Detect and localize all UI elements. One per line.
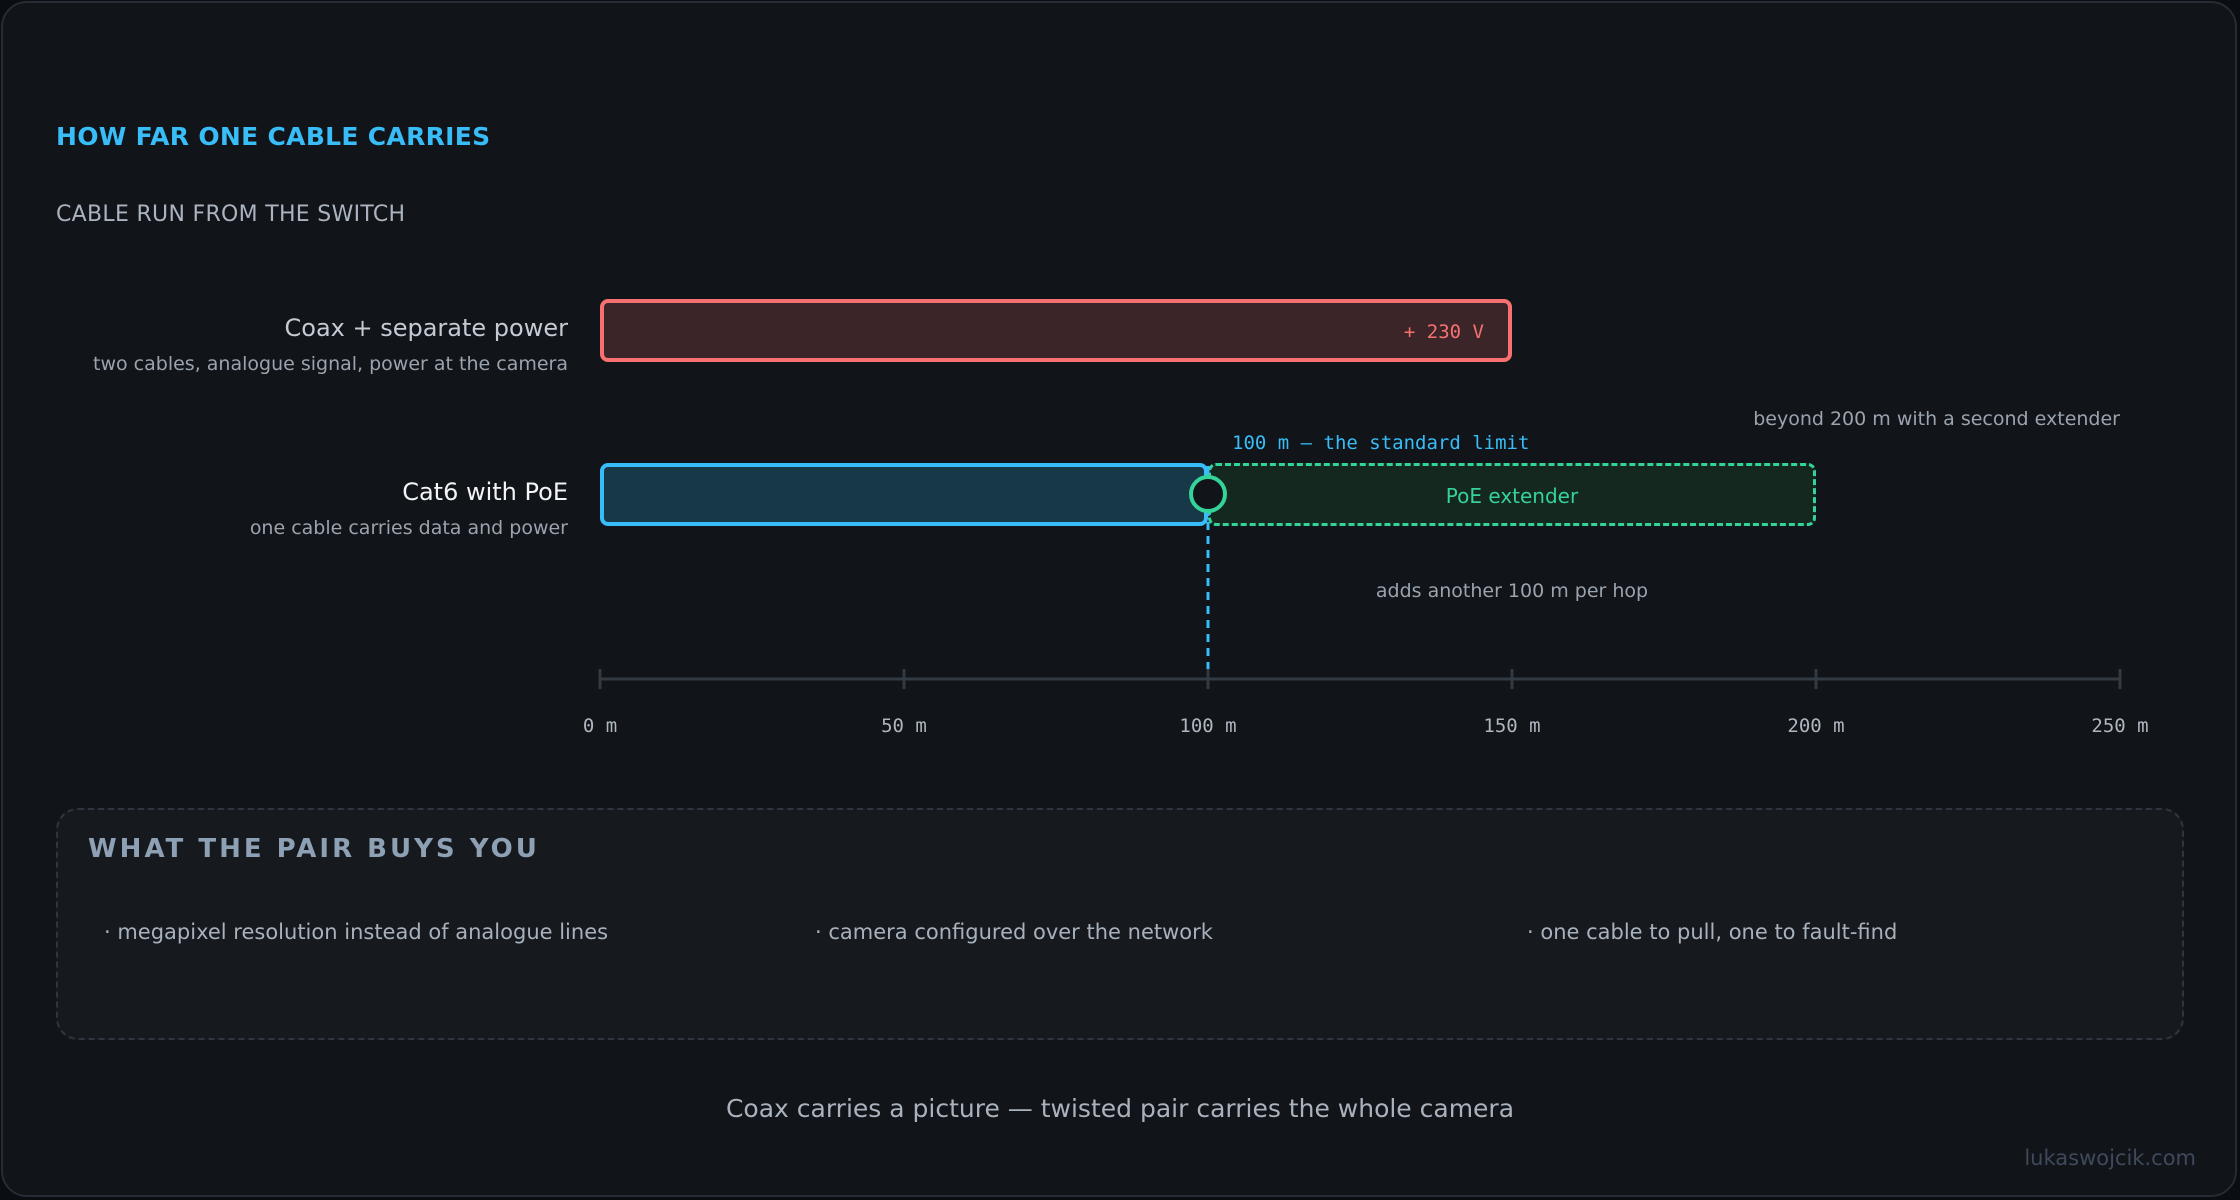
axis-tick-label: 200 m (1787, 715, 1844, 737)
axis-tick-label: 0 m (583, 715, 617, 737)
axis-layer: 0 m 50 m 100 m 150 m 200 m 250 m (583, 466, 2149, 737)
caption: Coax carries a picture — twisted pair ca… (725, 1094, 1515, 1123)
benefit-item: · megapixel resolution instead of analog… (104, 920, 609, 944)
axis-tick-label: 250 m (2091, 715, 2148, 737)
benefits-title: WHAT THE PAIR BUYS YOU (88, 834, 540, 864)
benefit-item: · one cable to pull, one to fault-find (1527, 920, 1898, 944)
limit-marker (1189, 475, 1227, 513)
axis-tick-label: 150 m (1483, 715, 1540, 737)
axis-tick-label: 100 m (1179, 715, 1236, 737)
benefit-item: · camera configured over the network (815, 920, 1213, 944)
credit: lukaswojcik.com (2024, 1146, 2196, 1170)
axis-tick-label: 50 m (881, 715, 927, 737)
